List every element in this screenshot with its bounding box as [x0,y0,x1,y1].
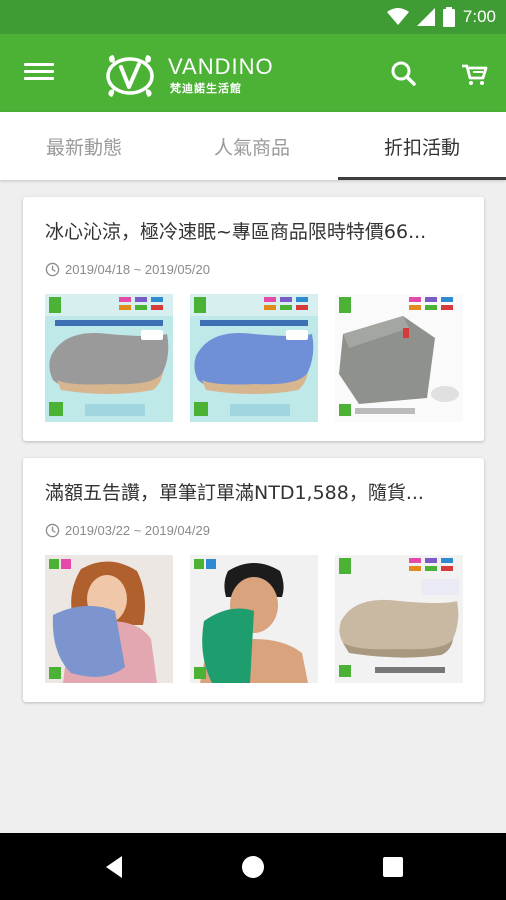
status-time: 7:00 [462,7,496,26]
home-icon[interactable] [233,847,273,887]
battery-icon [442,7,455,27]
woman-towel-image[interactable] [45,555,173,683]
promotion-thumbnails [45,555,463,683]
recents-icon[interactable] [373,847,413,887]
promotion-date-range: 2019/04/18 ~ 2019/05/20 [65,261,210,277]
promotion-title: 冰心沁涼，極冷速眠~專區商品限時特價66... [45,221,427,243]
back-icon[interactable] [94,847,134,887]
logo-subtitle: 梵迪諾生活館 [170,82,242,95]
signal-icon [416,8,435,26]
system-nav-bar [0,833,506,900]
brand-logo[interactable]: VANDINO 梵迪諾生活館 [104,48,284,100]
menu-icon[interactable] [20,59,60,89]
clock-icon [45,523,60,537]
app-bar: VANDINO 梵迪諾生活館 [0,34,506,112]
promotion-date-range: 2019/03/22 ~ 2019/04/29 [65,522,210,538]
promotion-title: 滿額五告讚，單筆訂單滿NTD1,588，隨貨... [45,482,424,504]
man-towel-image[interactable] [190,555,318,683]
promotion-date: 2019/04/18 ~ 2019/05/20 [45,259,210,279]
logo-mark-icon [106,55,154,97]
logo-name: VANDINO [168,54,274,79]
blue-pillow-image[interactable] [190,294,318,422]
status-icons: 7:00 [386,6,496,28]
gray-pillowcase-image[interactable] [335,294,463,422]
promotion-card[interactable]: 滿額五告讚，單筆訂單滿NTD1,588，隨貨... 2019/03/22 ~ 2… [23,458,484,702]
tab-latest-news[interactable]: 最新動態 [0,112,168,180]
search-icon[interactable] [386,56,422,92]
promotion-date: 2019/03/22 ~ 2019/04/29 [45,520,210,540]
active-tab-indicator [338,177,506,180]
status-bar: 7:00 [0,0,506,34]
clock-icon [45,262,60,276]
promotion-card[interactable]: 冰心沁涼，極冷速眠~專區商品限時特價66... 2019/04/18 ~ 201… [23,197,484,441]
beige-pillow-image[interactable] [335,555,463,683]
cart-icon[interactable] [456,56,492,92]
wifi-icon [386,8,409,25]
tab-bar: 最新動態 人氣商品 折扣活動 [0,112,506,180]
tab-discount-events[interactable]: 折扣活動 [338,112,506,180]
gray-pillow-image[interactable] [45,294,173,422]
tab-popular-products[interactable]: 人氣商品 [168,112,336,180]
promotion-thumbnails [45,294,463,422]
